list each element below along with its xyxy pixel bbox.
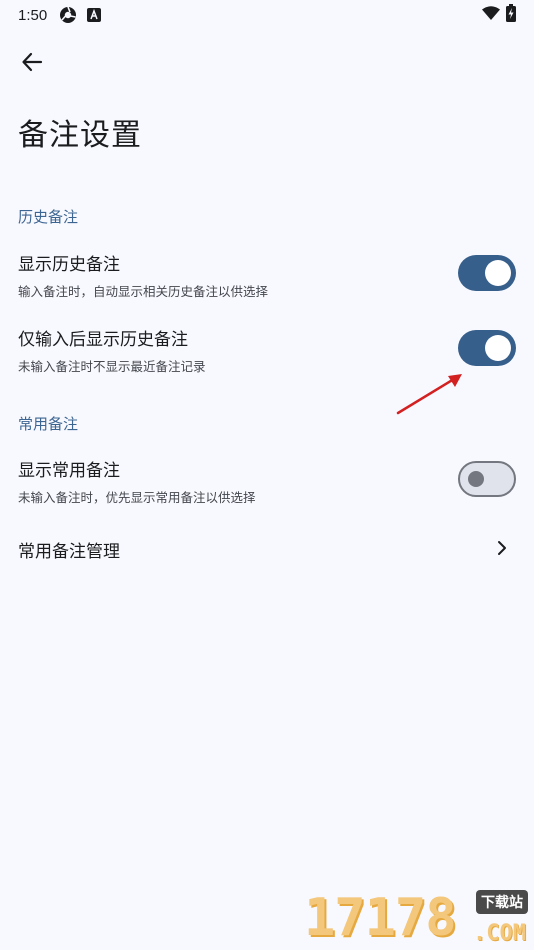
section-header-history: 历史备注 <box>18 208 79 226</box>
setting-title: 常用备注管理 <box>18 542 120 562</box>
setting-title: 仅输入后显示历史备注 <box>18 330 188 350</box>
watermark-badge: 下载站 <box>476 890 528 914</box>
annotation-arrow-icon <box>396 374 462 415</box>
page-title: 备注设置 <box>18 118 142 153</box>
chromium-icon <box>59 6 77 24</box>
setting-title: 显示常用备注 <box>18 461 120 481</box>
watermark-digits: 17178 <box>304 888 457 948</box>
switch-knob <box>485 260 511 286</box>
chevron-right-icon <box>492 538 512 558</box>
show-common-switch[interactable] <box>458 461 516 497</box>
only-after-input-switch[interactable] <box>458 330 516 366</box>
status-bar: 1:50 <box>0 0 534 30</box>
show-history-switch[interactable] <box>458 255 516 291</box>
switch-knob <box>468 471 484 487</box>
site-watermark-logo: 17178 下载站 .COM <box>304 886 530 948</box>
setting-subtitle: 输入备注时，自动显示相关历史备注以供选择 <box>18 284 269 299</box>
watermark-domain: .COM <box>473 921 526 946</box>
setting-row-show-common[interactable]: 显示常用备注 未输入备注时，优先显示常用备注以供选择 <box>0 456 534 508</box>
setting-title: 显示历史备注 <box>18 255 120 275</box>
section-header-common: 常用备注 <box>18 415 79 433</box>
status-time: 1:50 <box>18 6 48 24</box>
switch-knob <box>485 335 511 361</box>
arrow-left-icon <box>21 51 43 77</box>
setting-row-manage-common[interactable]: 常用备注管理 <box>0 537 534 567</box>
setting-row-show-history[interactable]: 显示历史备注 输入备注时，自动显示相关历史备注以供选择 <box>0 250 534 302</box>
battery-charging-icon <box>506 4 516 26</box>
a-badge-icon <box>87 8 102 22</box>
status-right-icons <box>482 4 516 26</box>
setting-subtitle: 未输入备注时，优先显示常用备注以供选择 <box>18 490 256 505</box>
back-button[interactable] <box>12 44 52 84</box>
wifi-icon <box>482 6 500 24</box>
